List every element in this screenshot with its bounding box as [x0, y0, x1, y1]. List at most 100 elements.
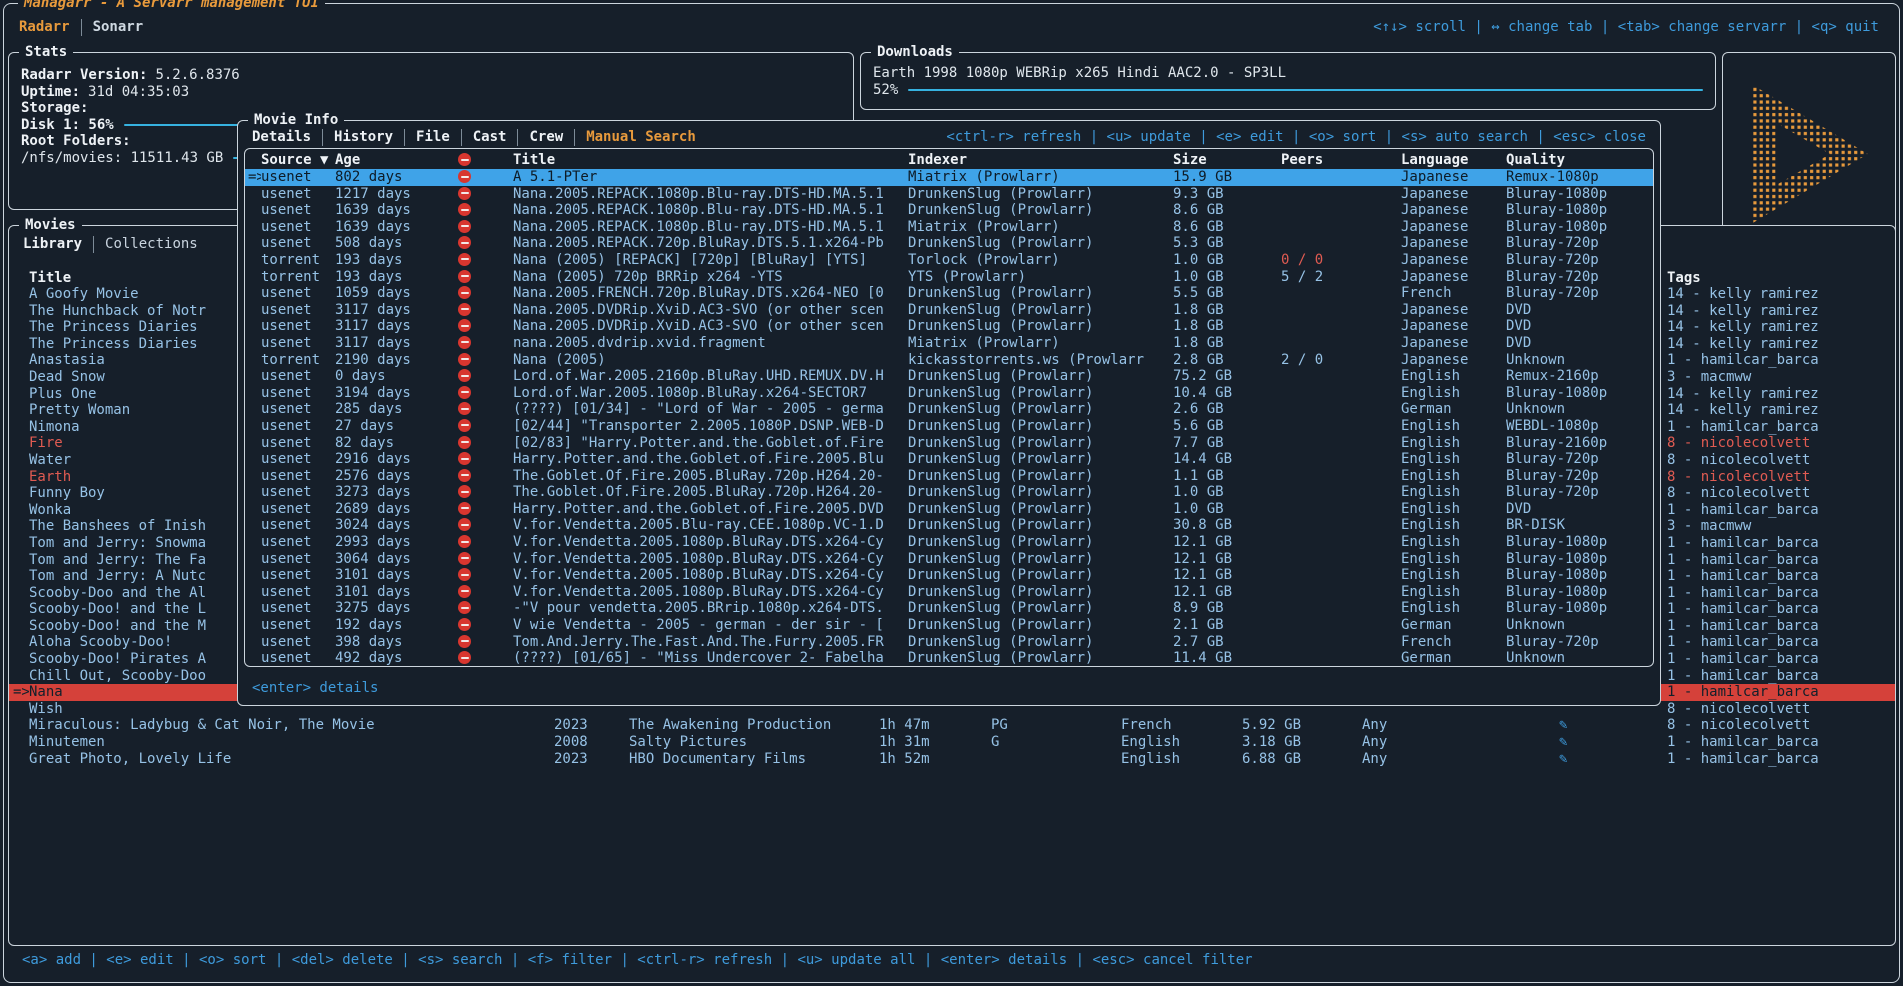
movie-row[interactable]: Miraculous: Ladybug & Cat Noir, The Movi…: [9, 717, 1895, 734]
search-result-row[interactable]: usenet 3064 days V.for.Vendetta.2005.108…: [245, 551, 1653, 568]
result-language-cell: English: [1401, 418, 1506, 435]
movie-info-tab[interactable]: Crew: [517, 129, 563, 146]
search-result-row[interactable]: usenet 0 days Lord.of.War.2005.2160p.Blu…: [245, 368, 1653, 385]
selection-marker: [245, 584, 261, 601]
movie-runtime-cell: 1h 31m: [879, 734, 991, 751]
col-size[interactable]: Size: [1173, 152, 1281, 169]
result-rejected-cell: [458, 219, 513, 236]
result-age-cell: 802 days: [335, 169, 458, 186]
search-results-header: Source ▼ Age Title Indexer Size Peers La…: [245, 152, 1653, 169]
col-indexer[interactable]: Indexer: [908, 152, 1173, 169]
result-quality-cell: Bluray-720p: [1506, 634, 1653, 651]
search-result-row[interactable]: usenet 2689 days Harry.Potter.and.the.Go…: [245, 501, 1653, 518]
rejected-icon: [458, 651, 471, 664]
movie-row[interactable]: Great Photo, Lovely Life 2023 HBO Docume…: [9, 751, 1895, 768]
search-result-row[interactable]: usenet 3117 days Nana.2005.DVDRip.XviD.A…: [245, 318, 1653, 335]
search-result-row[interactable]: usenet 82 days [02/83] "Harry.Potter.and…: [245, 435, 1653, 452]
search-result-row[interactable]: usenet 1217 days Nana.2005.REPACK.1080p.…: [245, 186, 1653, 203]
result-title-cell: Harry.Potter.and.the.Goblet.of.Fire.2005…: [513, 451, 908, 468]
search-result-row[interactable]: usenet 3117 days Nana.2005.DVDRip.XviD.A…: [245, 302, 1653, 319]
search-result-row[interactable]: usenet 1639 days Nana.2005.REPACK.1080p.…: [245, 202, 1653, 219]
result-source-cell: usenet: [261, 551, 335, 568]
movie-info-tab[interactable]: File: [404, 129, 450, 146]
result-quality-cell: DVD: [1506, 318, 1653, 335]
movies-tab[interactable]: Collections: [93, 236, 198, 253]
rejected-icon: [458, 236, 471, 249]
movie-tag-cell: 8 - nicolecolvett: [1667, 452, 1895, 469]
col-age[interactable]: Age: [335, 152, 458, 169]
search-result-row[interactable]: usenet 3024 days V.for.Vendetta.2005.Blu…: [245, 517, 1653, 534]
rejected-icon: [458, 220, 471, 233]
selection-marker: [9, 386, 29, 403]
search-result-row[interactable]: usenet 1639 days Nana.2005.REPACK.1080p.…: [245, 219, 1653, 236]
search-result-row[interactable]: usenet 3117 days nana.2005.dvdrip.xvid.f…: [245, 335, 1653, 352]
search-result-row[interactable]: usenet 3273 days The.Goblet.Of.Fire.2005…: [245, 484, 1653, 501]
search-result-row[interactable]: usenet 192 days V wie Vendetta - 2005 - …: [245, 617, 1653, 634]
result-language-cell: English: [1401, 468, 1506, 485]
movie-info-tab[interactable]: Details: [252, 129, 311, 146]
result-peers-cell: [1281, 235, 1401, 252]
search-result-row[interactable]: usenet 2576 days The.Goblet.Of.Fire.2005…: [245, 468, 1653, 485]
search-result-row[interactable]: torrent 2190 days Nana (2005) kickasstor…: [245, 352, 1653, 369]
movie-availability-cell: Any: [1362, 734, 1559, 751]
col-quality[interactable]: Quality: [1506, 152, 1653, 169]
result-title-cell: The.Goblet.Of.Fire.2005.BluRay.720p.H264…: [513, 468, 908, 485]
managarr-screen: Managarr - A Servarr management TUI Rada…: [0, 0, 1903, 986]
col-title[interactable]: Title: [513, 152, 908, 169]
radarr-version-value: 5.2.6.8376: [155, 67, 239, 84]
movie-tag-cell: 1 - hamilcar_barca: [1667, 535, 1895, 552]
col-source[interactable]: Source ▼: [261, 152, 335, 169]
rejected-icon: [458, 270, 471, 283]
result-age-cell: 508 days: [335, 235, 458, 252]
result-title-cell: V wie Vendetta - 2005 - german - der sir…: [513, 617, 908, 634]
selection-marker: [9, 518, 29, 535]
rejected-icon: [458, 353, 471, 366]
selection-marker: [245, 567, 261, 584]
rejected-icon: [458, 187, 471, 200]
rejected-icon: [458, 419, 471, 432]
result-quality-cell: DVD: [1506, 302, 1653, 319]
search-result-row[interactable]: usenet 2916 days Harry.Potter.and.the.Go…: [245, 451, 1653, 468]
result-rejected-cell: [458, 368, 513, 385]
search-result-row[interactable]: => usenet 802 days A 5.1-PTer Miatrix (P…: [245, 169, 1653, 186]
result-age-cell: 27 days: [335, 418, 458, 435]
result-peers-cell: [1281, 401, 1401, 418]
search-result-row[interactable]: usenet 2993 days V.for.Vendetta.2005.108…: [245, 534, 1653, 551]
movie-info-tab[interactable]: Manual Search: [574, 129, 696, 146]
servarr-tab[interactable]: Sonarr: [81, 19, 144, 36]
col-peers[interactable]: Peers: [1281, 152, 1401, 169]
search-result-row[interactable]: usenet 3275 days -"V pour vendetta.2005.…: [245, 600, 1653, 617]
result-size-cell: 5.6 GB: [1173, 418, 1281, 435]
result-indexer-cell: DrunkenSlug (Prowlarr): [908, 551, 1173, 568]
selection-marker: [245, 368, 261, 385]
search-result-row[interactable]: usenet 3194 days Lord.of.War.2005.1080p.…: [245, 385, 1653, 402]
search-result-row[interactable]: usenet 285 days (????) [01/34] - "Lord o…: [245, 401, 1653, 418]
movie-info-tab[interactable]: History: [322, 129, 393, 146]
result-quality-cell: Bluray-1080p: [1506, 551, 1653, 568]
result-source-cell: usenet: [261, 501, 335, 518]
search-result-row[interactable]: usenet 1059 days Nana.2005.FRENCH.720p.B…: [245, 285, 1653, 302]
search-result-row[interactable]: usenet 3101 days V.for.Vendetta.2005.108…: [245, 567, 1653, 584]
search-result-row[interactable]: usenet 398 days Tom.And.Jerry.The.Fast.A…: [245, 634, 1653, 651]
search-result-row[interactable]: usenet 492 days (????) [01/65] - "Miss U…: [245, 650, 1653, 667]
search-result-row[interactable]: torrent 193 days Nana (2005) [REPACK] [7…: [245, 252, 1653, 269]
col-language[interactable]: Language: [1401, 152, 1506, 169]
result-age-cell: 2576 days: [335, 468, 458, 485]
result-age-cell: 2993 days: [335, 534, 458, 551]
result-size-cell: 75.2 GB: [1173, 368, 1281, 385]
search-result-row[interactable]: usenet 3101 days V.for.Vendetta.2005.108…: [245, 584, 1653, 601]
result-peers-cell: [1281, 634, 1401, 651]
movie-info-tab[interactable]: Cast: [461, 129, 507, 146]
servarr-tab[interactable]: Radarr: [19, 19, 70, 36]
movie-row[interactable]: Minutemen 2008 Salty Pictures 1h 31m G E…: [9, 734, 1895, 751]
result-title-cell: Nana.2005.REPACK.1080p.Blu-ray.DTS-HD.MA…: [513, 186, 908, 203]
search-result-row[interactable]: torrent 193 days Nana (2005) 720p BRRip …: [245, 269, 1653, 286]
result-peers-cell: [1281, 600, 1401, 617]
result-title-cell: Nana (2005) [REPACK] [720p] [BluRay] [YT…: [513, 252, 908, 269]
search-result-row[interactable]: usenet 27 days [02/44] "Transporter 2.20…: [245, 418, 1653, 435]
result-language-cell: English: [1401, 517, 1506, 534]
selection-marker: [245, 219, 261, 236]
search-result-row[interactable]: usenet 508 days Nana.2005.REPACK.720p.Bl…: [245, 235, 1653, 252]
selection-marker: [9, 419, 29, 436]
movies-tab[interactable]: Library: [23, 236, 82, 253]
